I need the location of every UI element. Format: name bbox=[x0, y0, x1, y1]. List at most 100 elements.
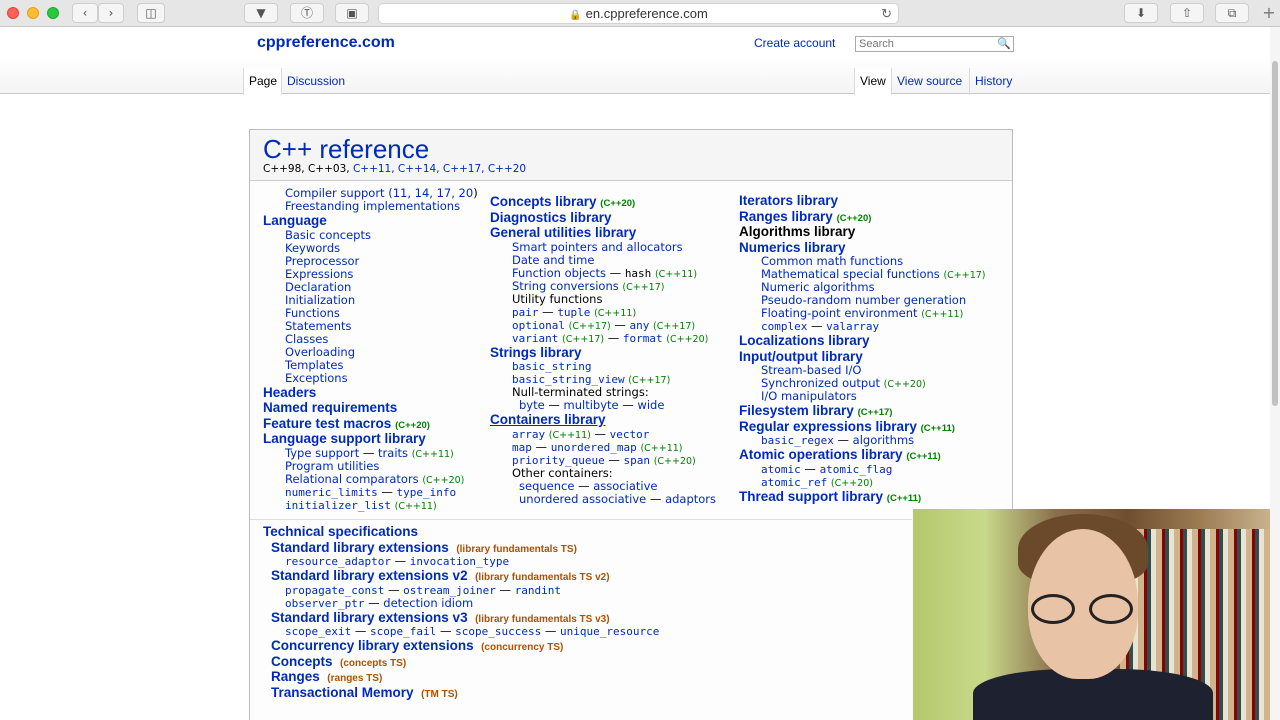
section-heading[interactable]: Technical specifications bbox=[263, 524, 659, 540]
list-item: basic_regex — algorithms bbox=[761, 433, 915, 448]
list-item: atomic — atomic_flag bbox=[761, 461, 893, 476]
search-input[interactable]: Search 🔍 bbox=[855, 36, 1014, 52]
section-heading[interactable]: Language bbox=[263, 213, 478, 229]
tab-page[interactable]: Page bbox=[243, 68, 283, 95]
list-item: Type support — traits (C++11) bbox=[285, 445, 454, 460]
password-button[interactable]: Ⓣ bbox=[290, 3, 324, 23]
list-item: numeric_limits — type_info bbox=[285, 484, 457, 499]
section-heading: Feature test macros (C++20) bbox=[263, 415, 430, 431]
list-item[interactable]: Freestanding implementations bbox=[263, 200, 478, 213]
minimize-window-button[interactable] bbox=[27, 7, 39, 19]
list-item[interactable]: basic_string bbox=[490, 360, 716, 373]
tab-history[interactable]: History bbox=[969, 68, 1017, 95]
list-item: array (C++11) — vector bbox=[512, 426, 650, 441]
section-heading[interactable]: Input/output library bbox=[739, 349, 986, 365]
password-icon: Ⓣ bbox=[300, 6, 313, 20]
address-bar[interactable]: 🔒 en.cppreference.com ↻ bbox=[378, 3, 899, 24]
close-window-button[interactable] bbox=[7, 7, 19, 19]
list-item: scope_exit — scope_fail — scope_success … bbox=[285, 624, 660, 639]
url-text: en.cppreference.com bbox=[585, 6, 708, 21]
list-item: map — unordered_map (C++11) bbox=[512, 439, 683, 454]
section-heading: Standard library extensions (library fun… bbox=[271, 539, 577, 555]
section-heading: Concepts library (C++20) bbox=[490, 194, 636, 209]
list-item[interactable]: Smart pointers and allocators bbox=[490, 240, 716, 254]
scrollbar[interactable] bbox=[1270, 27, 1280, 720]
extension-button[interactable]: ▣ bbox=[335, 3, 369, 23]
plus-icon: + bbox=[1262, 3, 1276, 22]
page-tabs-band bbox=[0, 56, 1270, 94]
list-item: complex — valarray bbox=[761, 319, 880, 334]
chevron-right-icon: › bbox=[108, 6, 114, 20]
standard-versions: C++98, C++03, C++11, C++14, C++17, C++20 bbox=[263, 163, 527, 175]
section-heading: Transactional Memory (TM TS) bbox=[271, 684, 458, 700]
list-item: variant (C++17) — format (C++20) bbox=[512, 330, 709, 345]
sidebar-button[interactable]: ◫ bbox=[137, 3, 165, 23]
forward-button[interactable]: › bbox=[98, 3, 124, 23]
share-icon: ⇧ bbox=[1181, 6, 1193, 20]
section-heading[interactable]: Strings library bbox=[490, 345, 716, 361]
list-item: Utility functions bbox=[512, 291, 603, 306]
list-item: String conversions (C++17) bbox=[512, 278, 665, 293]
zoom-window-button[interactable] bbox=[47, 7, 59, 19]
list-item[interactable]: Initialization bbox=[263, 293, 478, 307]
cube-icon: ▣ bbox=[346, 6, 358, 20]
chevron-left-icon: ‹ bbox=[82, 6, 88, 20]
list-item: atomic_ref (C++20) bbox=[761, 475, 873, 489]
list-item: priority_queue — span (C++20) bbox=[512, 452, 696, 467]
create-account-link[interactable]: Create account bbox=[754, 36, 835, 50]
section-heading[interactable]: Language support library bbox=[263, 431, 478, 447]
page-title: C++ reference bbox=[263, 134, 430, 164]
download-icon: ⬇ bbox=[1135, 6, 1147, 20]
share-button[interactable]: ⇧ bbox=[1170, 3, 1204, 23]
reference-box: C++ reference C++98, C++03, C++11, C++14… bbox=[249, 129, 1013, 720]
sidebar-icon: ◫ bbox=[145, 6, 157, 20]
list-item[interactable]: I/O manipulators bbox=[739, 390, 986, 403]
pocket-button[interactable]: ▼ bbox=[244, 3, 278, 23]
tab-view[interactable]: View bbox=[854, 68, 891, 95]
site-logo[interactable]: cppreference.com bbox=[257, 34, 395, 52]
section-heading: Concurrency library extensions (concurre… bbox=[271, 638, 564, 653]
scrollbar-thumb[interactable] bbox=[1272, 61, 1278, 406]
search-placeholder: Search bbox=[859, 38, 894, 50]
section-heading[interactable]: Localizations library bbox=[739, 333, 986, 349]
section-heading[interactable]: Diagnostics library bbox=[490, 210, 716, 226]
list-item[interactable]: Keywords bbox=[263, 241, 478, 255]
section-heading: Ranges library (C++20) bbox=[739, 208, 872, 224]
section-heading[interactable]: Iterators library bbox=[739, 193, 986, 209]
list-item[interactable]: Basic concepts bbox=[263, 228, 478, 242]
list-item[interactable]: Declaration bbox=[263, 280, 478, 294]
search-icon[interactable]: 🔍 bbox=[997, 37, 1011, 51]
list-item[interactable]: Exceptions bbox=[263, 371, 478, 385]
section-heading: Standard library extensions v2 (library … bbox=[271, 568, 610, 583]
list-item: Relational comparators (C++20) bbox=[285, 471, 465, 486]
tabs-icon: ⧉ bbox=[1227, 6, 1237, 20]
list-item[interactable]: Functions bbox=[263, 306, 478, 320]
section-heading[interactable]: Containers library bbox=[490, 412, 716, 428]
tabs-overview-button[interactable]: ⧉ bbox=[1215, 3, 1249, 23]
list-item[interactable]: Preprocessor bbox=[263, 254, 478, 268]
new-tab-button[interactable]: + bbox=[1258, 3, 1280, 24]
list-item[interactable]: Overloading bbox=[263, 345, 478, 359]
webcam-overlay bbox=[913, 509, 1270, 720]
section-heading: Ranges (ranges TS) bbox=[271, 669, 383, 684]
tab-discussion[interactable]: Discussion bbox=[281, 68, 350, 95]
list-item: Floating-point environment (C++11) bbox=[761, 306, 964, 321]
list-item: pair — tuple (C++11) bbox=[512, 304, 637, 319]
downloads-button[interactable]: ⬇ bbox=[1124, 3, 1158, 23]
section-heading[interactable]: Headers bbox=[263, 385, 478, 401]
list-item[interactable]: Classes bbox=[263, 332, 478, 346]
back-button[interactable]: ‹ bbox=[72, 3, 98, 23]
reload-icon[interactable]: ↻ bbox=[881, 4, 892, 23]
list-item[interactable]: Expressions bbox=[263, 267, 478, 281]
section-heading[interactable]: Numerics library bbox=[739, 240, 986, 256]
tab-view-source[interactable]: View source bbox=[891, 68, 967, 95]
section-heading: Concepts (concepts TS) bbox=[271, 653, 407, 669]
section-heading[interactable]: General utilities library bbox=[490, 225, 716, 241]
section-heading[interactable]: Algorithms library bbox=[739, 224, 986, 240]
list-item[interactable]: Statements bbox=[263, 319, 478, 333]
list-item: initializer_list (C++11) bbox=[285, 498, 437, 512]
section-heading: Atomic operations library (C++11) bbox=[739, 447, 941, 462]
list-item[interactable]: Templates bbox=[263, 358, 478, 372]
section-heading[interactable]: Named requirements bbox=[263, 400, 478, 416]
column-3: Iterators library Ranges library (C++20)… bbox=[739, 193, 986, 504]
